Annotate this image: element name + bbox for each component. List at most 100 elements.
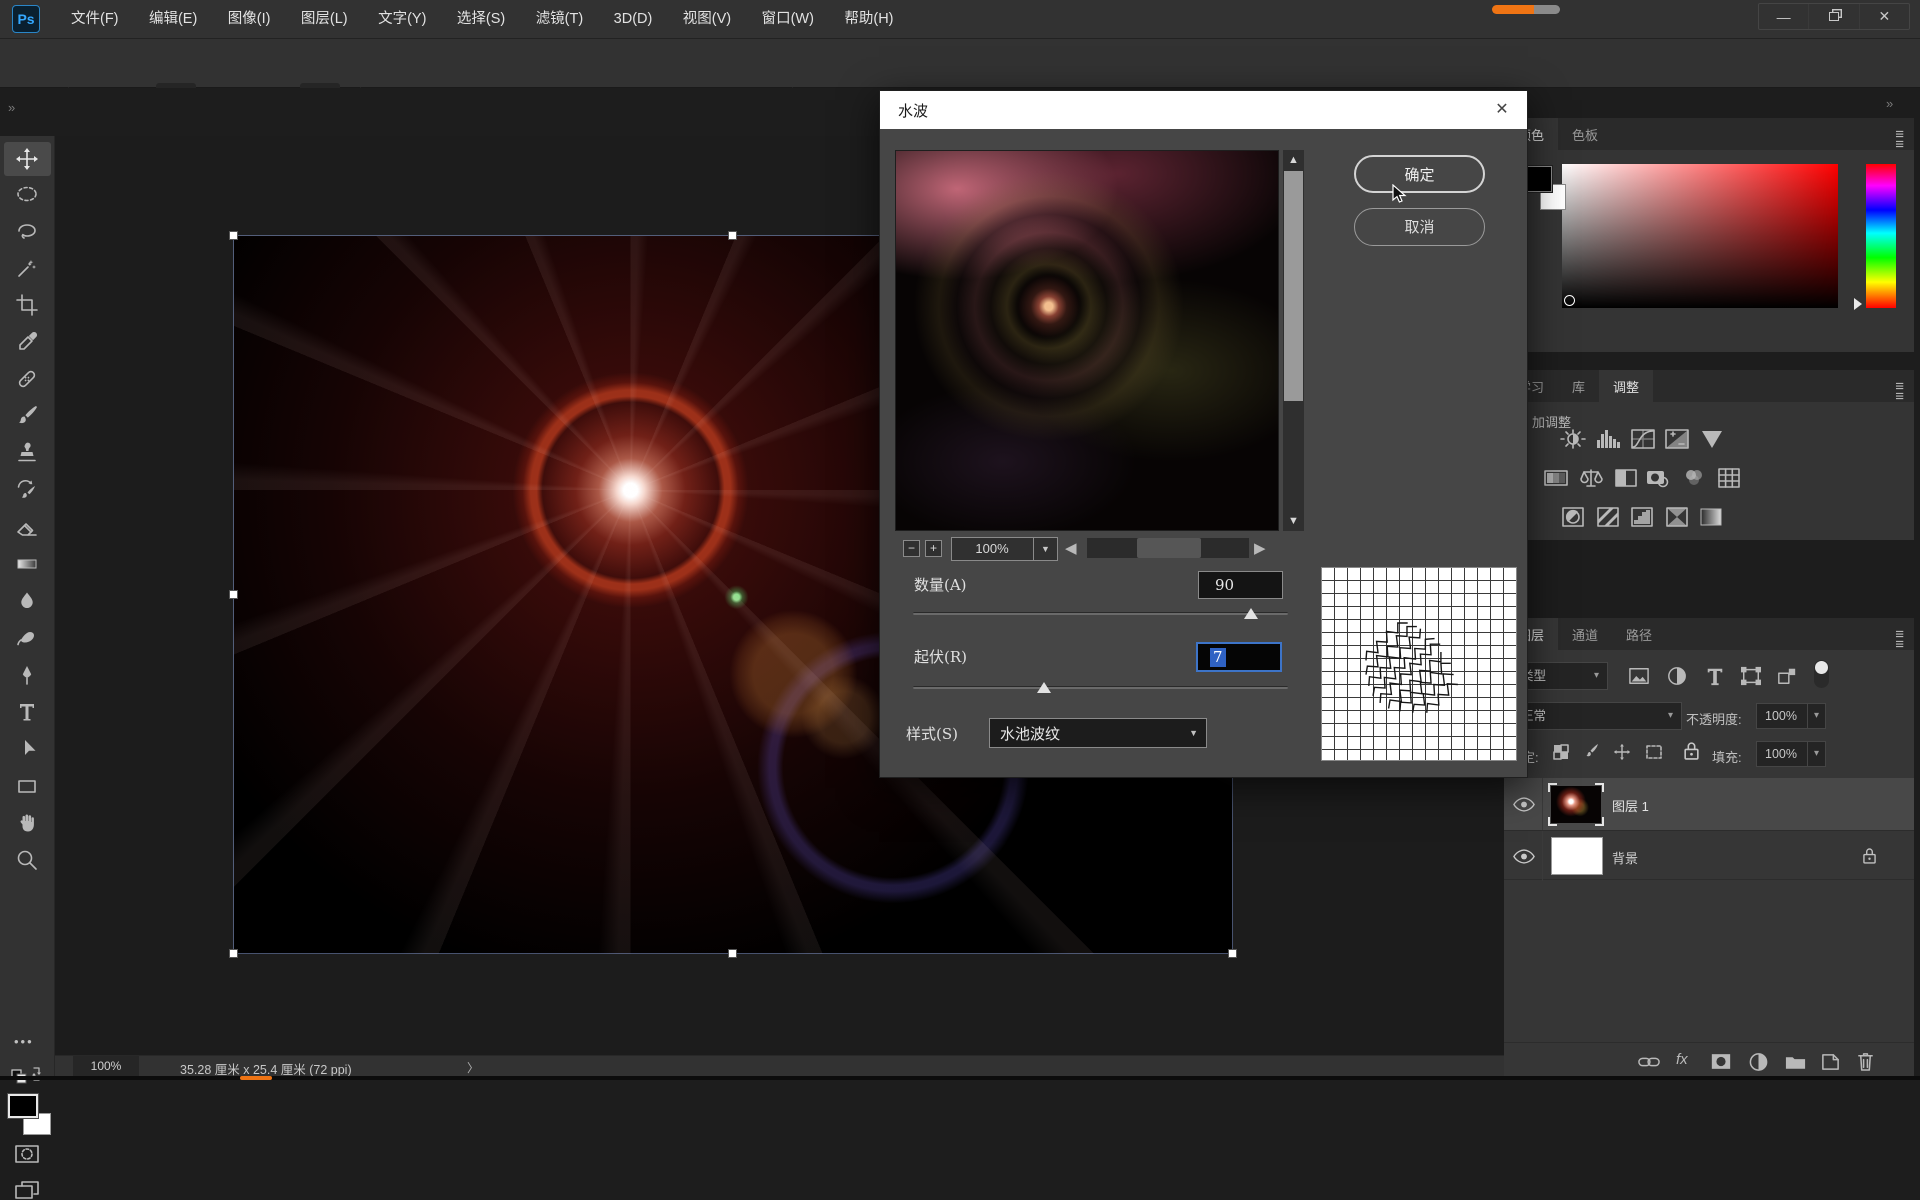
close-window-button[interactable]: ✕ bbox=[1860, 4, 1909, 29]
scrollbar-thumb[interactable] bbox=[1284, 171, 1303, 401]
quick-mask-icon[interactable] bbox=[14, 1144, 40, 1164]
adj-photo-filter-icon[interactable] bbox=[1645, 467, 1671, 489]
menu-help[interactable]: 帮助(H) bbox=[831, 0, 906, 38]
visibility-eye-icon[interactable] bbox=[1513, 797, 1535, 812]
new-group-icon[interactable] bbox=[1784, 1053, 1807, 1071]
tool-type[interactable] bbox=[15, 700, 39, 724]
transform-handle[interactable] bbox=[229, 231, 238, 240]
tool-lasso[interactable] bbox=[15, 219, 39, 243]
tool-rectangle[interactable] bbox=[15, 774, 39, 798]
collapse-panels-icon[interactable]: » bbox=[8, 100, 15, 115]
foreground-color-swatch[interactable] bbox=[8, 1094, 38, 1118]
adj-color-balance-icon[interactable] bbox=[1578, 467, 1604, 489]
adj-invert-icon[interactable] bbox=[1560, 506, 1586, 528]
tool-elliptical-marquee[interactable] bbox=[15, 182, 39, 206]
tab-adjustments[interactable]: 调整 bbox=[1599, 370, 1653, 402]
adj-levels-icon[interactable] bbox=[1595, 428, 1621, 450]
tool-crop[interactable] bbox=[15, 293, 39, 317]
menu-image[interactable]: 图像(I) bbox=[215, 0, 284, 38]
restore-button[interactable] bbox=[1809, 4, 1859, 29]
tool-path-selection[interactable] bbox=[15, 737, 39, 761]
menu-view[interactable]: 视图(V) bbox=[670, 0, 744, 38]
menu-layer[interactable]: 图层(L) bbox=[288, 0, 361, 38]
tool-history-brush[interactable] bbox=[15, 478, 39, 502]
collapse-panels-icon[interactable]: » bbox=[1886, 96, 1893, 111]
adj-channel-mixer-icon[interactable] bbox=[1681, 467, 1707, 489]
transform-handle[interactable] bbox=[229, 949, 238, 958]
tab-libraries[interactable]: 库 bbox=[1558, 370, 1599, 402]
menu-window[interactable]: 窗口(W) bbox=[749, 0, 827, 38]
color-picker-ring[interactable] bbox=[1564, 295, 1575, 306]
lock-position-icon[interactable] bbox=[1613, 743, 1631, 761]
adj-brightness-contrast-icon[interactable] bbox=[1560, 428, 1586, 450]
chevron-down-icon[interactable]: ▾ bbox=[1807, 704, 1819, 728]
menu-filter[interactable]: 滤镜(T) bbox=[523, 0, 597, 38]
layer-name[interactable]: 图层 1 bbox=[1612, 796, 1649, 815]
visibility-eye-icon[interactable] bbox=[1513, 849, 1535, 864]
photoshop-logo[interactable]: Ps bbox=[12, 5, 40, 33]
filter-type-layers-icon[interactable] bbox=[1704, 666, 1726, 686]
delete-layer-icon[interactable] bbox=[1856, 1051, 1875, 1072]
layer-row-background[interactable]: 背景 bbox=[1504, 830, 1914, 880]
adj-selective-color-icon[interactable] bbox=[1698, 506, 1724, 528]
minimize-button[interactable]: — bbox=[1759, 4, 1809, 29]
transform-handle[interactable] bbox=[728, 231, 737, 240]
adj-exposure-icon[interactable] bbox=[1664, 428, 1690, 450]
filter-smart-objects-icon[interactable] bbox=[1776, 666, 1798, 686]
new-layer-icon[interactable] bbox=[1820, 1052, 1841, 1072]
cancel-button[interactable]: 取消 bbox=[1354, 208, 1485, 246]
edit-toolbar-icon[interactable]: ••• bbox=[14, 1034, 34, 1049]
adj-vibrance-icon[interactable] bbox=[1699, 428, 1725, 450]
add-mask-icon[interactable] bbox=[1710, 1052, 1732, 1071]
panel-menu-icon[interactable]: ≡≡ bbox=[1895, 130, 1904, 150]
zoom-level-field[interactable]: 100% bbox=[73, 1056, 139, 1076]
tab-swatches[interactable]: 色板 bbox=[1558, 118, 1612, 150]
tool-clone-stamp[interactable] bbox=[15, 441, 39, 465]
tool-pen[interactable] bbox=[15, 663, 39, 687]
scroll-up-icon[interactable]: ▲ bbox=[1283, 150, 1304, 170]
screen-mode-icon[interactable] bbox=[14, 1180, 40, 1200]
adj-posterize-icon[interactable] bbox=[1595, 506, 1621, 528]
tool-magic-wand[interactable] bbox=[15, 256, 39, 280]
adj-color-lookup-icon[interactable] bbox=[1716, 467, 1742, 489]
hue-strip[interactable] bbox=[1866, 164, 1896, 308]
opacity-field[interactable]: 100% ▾ bbox=[1756, 703, 1826, 729]
menu-edit[interactable]: 编辑(E) bbox=[136, 0, 210, 38]
preview-horizontal-scrollbar[interactable] bbox=[1087, 538, 1249, 558]
amount-slider[interactable] bbox=[913, 612, 1288, 615]
fill-field[interactable]: 100% ▾ bbox=[1756, 741, 1826, 767]
amount-slider-thumb[interactable] bbox=[1244, 608, 1258, 619]
ridge-input-focused[interactable]: 7 bbox=[1196, 642, 1282, 672]
style-dropdown[interactable]: 水池波纹 ▼ bbox=[989, 718, 1207, 748]
adj-gradient-map-icon[interactable] bbox=[1664, 506, 1690, 528]
lock-all-icon[interactable] bbox=[1684, 741, 1699, 760]
filter-toggle-switch[interactable] bbox=[1814, 660, 1829, 688]
tab-channels[interactable]: 通道 bbox=[1558, 618, 1612, 650]
lock-pixels-icon[interactable] bbox=[1583, 743, 1601, 761]
menu-select[interactable]: 选择(S) bbox=[444, 0, 518, 38]
preview-vertical-scrollbar[interactable]: ▲ ▼ bbox=[1283, 150, 1304, 531]
layer-style-fx-icon[interactable]: fx bbox=[1676, 1051, 1688, 1068]
scroll-left-icon[interactable]: ◀ bbox=[1065, 539, 1077, 557]
scroll-right-icon[interactable]: ▶ bbox=[1254, 539, 1266, 557]
tool-blur[interactable] bbox=[15, 589, 39, 613]
layer-name[interactable]: 背景 bbox=[1612, 848, 1638, 867]
scroll-down-icon[interactable]: ▼ bbox=[1283, 511, 1304, 531]
tool-eraser[interactable] bbox=[15, 515, 39, 539]
menu-file[interactable]: 文件(F) bbox=[58, 0, 132, 38]
ok-button[interactable]: 确定 bbox=[1354, 155, 1485, 193]
filter-adjustment-layers-icon[interactable] bbox=[1666, 666, 1688, 686]
filter-pixel-layers-icon[interactable] bbox=[1628, 666, 1650, 686]
link-layers-icon[interactable] bbox=[1638, 1053, 1660, 1071]
tool-eyedropper[interactable] bbox=[15, 330, 39, 354]
tab-paths[interactable]: 路径 bbox=[1612, 618, 1666, 650]
transform-handle[interactable] bbox=[728, 949, 737, 958]
zoom-level-dropdown[interactable]: 100% ▼ bbox=[951, 537, 1058, 561]
ridge-slider-thumb[interactable] bbox=[1037, 682, 1051, 693]
tool-gradient[interactable] bbox=[15, 552, 39, 576]
adj-threshold-icon[interactable] bbox=[1629, 506, 1655, 528]
filter-shape-layers-icon[interactable] bbox=[1740, 666, 1762, 686]
layer-row-selected[interactable]: 图层 1 bbox=[1504, 778, 1914, 830]
lock-transparency-icon[interactable] bbox=[1552, 743, 1570, 761]
adj-black-white-icon[interactable] bbox=[1613, 467, 1639, 489]
